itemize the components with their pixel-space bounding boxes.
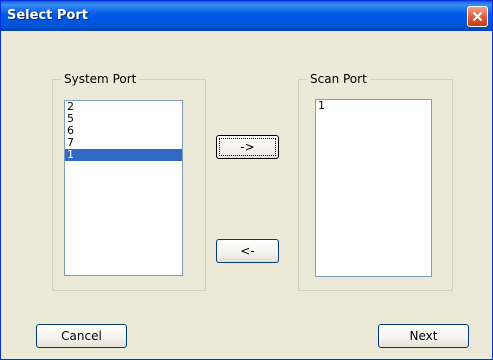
next-button[interactable]: Next	[378, 324, 469, 348]
list-item[interactable]: 7	[65, 137, 182, 149]
list-item[interactable]: 2	[65, 101, 182, 113]
remove-port-button[interactable]: <-	[216, 239, 279, 263]
list-item[interactable]: 6	[65, 125, 182, 137]
scan-port-title: Scan Port	[307, 72, 370, 86]
system-port-list[interactable]: 25671	[64, 100, 183, 276]
close-icon	[472, 11, 483, 22]
remove-port-label: <-	[240, 244, 255, 258]
cancel-button[interactable]: Cancel	[36, 324, 127, 348]
select-port-dialog: Select Port System Port 25671 Scan Port …	[0, 0, 493, 360]
window-title: Select Port	[7, 8, 88, 23]
cancel-label: Cancel	[61, 329, 102, 343]
add-port-button[interactable]: ->	[216, 135, 279, 159]
scan-port-list[interactable]: 1	[315, 99, 432, 277]
list-item[interactable]: 1	[316, 100, 431, 112]
focus-ring	[219, 138, 276, 156]
next-label: Next	[409, 329, 438, 343]
list-item[interactable]: 1	[65, 149, 182, 161]
system-port-title: System Port	[61, 72, 140, 86]
close-button[interactable]	[467, 6, 488, 27]
title-bar[interactable]: Select Port	[1, 1, 492, 31]
list-item[interactable]: 5	[65, 113, 182, 125]
